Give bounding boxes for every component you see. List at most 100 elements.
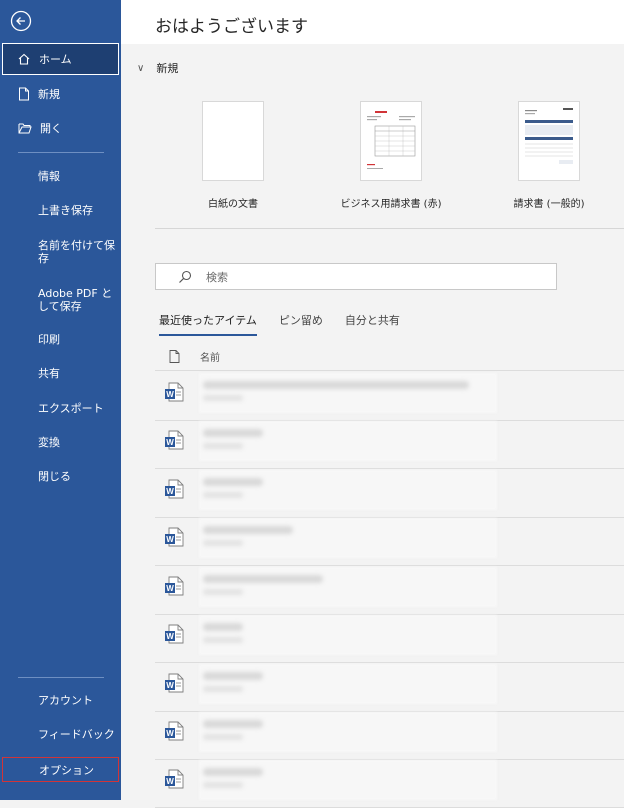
greeting-title: おはようございます [155,17,308,37]
template-general-invoice-thumbnail [518,101,580,181]
blurred-file-path [203,782,243,788]
blurred-file-name [203,478,263,486]
blurred-file-path [203,540,243,546]
svg-text:W: W [166,632,174,641]
template-business-invoice-label: ビジネス用請求書 (赤) [340,199,442,210]
blurred-region [199,421,497,461]
list-item[interactable]: W [155,518,624,558]
nav-save-as-pdf[interactable]: Adobe PDF として保存 [0,286,121,314]
blurred-region [199,470,497,510]
svg-text:W: W [166,438,174,447]
svg-text:W: W [166,584,174,593]
word-document-icon: W [163,526,185,552]
blurred-file-name [203,720,263,728]
word-document-icon: W [163,672,185,698]
new-section-toggle[interactable]: ∨ 新規 [137,60,178,76]
list-item[interactable]: W [155,760,624,800]
list-item[interactable]: W [155,373,624,413]
blurred-file-path [203,443,243,449]
blurred-region [199,664,497,704]
nav-close[interactable]: 閉じる [0,470,121,483]
list-item[interactable]: W [155,470,624,510]
template-general-invoice-label: 請求書 (一般的) [513,199,585,210]
word-document-icon: W [163,478,185,504]
nav-share[interactable]: 共有 [0,367,121,380]
blurred-region [199,615,497,655]
blurred-region [199,373,497,413]
blurred-file-name [203,526,293,534]
list-header: 名前 [169,349,220,364]
backstage-main: おはようございます ∨ 新規 白紙の文書 ビジネス用請求書 (赤) 請求書 (一… [121,0,624,808]
tab-pinned[interactable]: ピン留め [279,312,323,336]
word-document-icon: W [163,575,185,601]
list-item[interactable]: W [155,615,624,655]
file-tabs: 最近使ったアイテム ピン留め 自分と共有 [159,312,422,336]
nav-open-label: 開く [40,122,62,135]
blurred-file-name [203,429,263,437]
nav-info[interactable]: 情報 [0,170,121,183]
new-section-label: 新規 [156,62,179,75]
nav-new-label: 新規 [38,88,60,101]
blurred-file-path [203,492,243,498]
svg-text:W: W [166,681,174,690]
nav-home-label: ホーム [39,53,72,66]
list-item[interactable]: W [155,567,624,607]
blurred-file-name [203,381,469,389]
blurred-file-path [203,395,243,401]
word-document-icon: W [163,623,185,649]
nav-convert[interactable]: 変換 [0,436,121,449]
search-placeholder: 検索 [206,270,228,284]
blurred-file-name [203,575,323,583]
blurred-file-name [203,623,243,631]
nav-options[interactable]: オプション [2,757,119,782]
word-document-icon: W [163,720,185,746]
list-item[interactable]: W [155,421,624,461]
nav-save[interactable]: 上書き保存 [0,204,121,217]
nav-home[interactable]: ホーム [2,43,119,75]
template-blank-thumbnail [202,101,264,181]
chevron-down-icon: ∨ [137,62,145,74]
nav-save-as[interactable]: 名前を付けて保存 [0,238,121,266]
blurred-region [199,518,497,558]
nav-export[interactable]: エクスポート [0,402,121,415]
sidebar-divider [18,152,104,153]
list-divider [155,468,624,469]
blurred-file-name [203,768,263,776]
blurred-file-path [203,589,243,595]
backstage-sidebar: ホーム 新規 開く 情報 上書き保存 名前を付けて保存 Adobe PDF とし… [0,0,121,800]
blurred-file-name [203,672,263,680]
list-divider [155,565,624,566]
home-icon [18,53,30,65]
nav-account[interactable]: アカウント [0,694,121,707]
word-document-icon: W [163,768,185,794]
word-document-icon: W [163,381,185,407]
nav-feedback[interactable]: フィードバック [0,728,121,741]
new-document-icon [19,87,29,101]
list-item[interactable]: W [155,664,624,704]
template-general-invoice[interactable]: 請求書 (一般的) [484,101,614,210]
back-arrow-icon[interactable] [10,10,32,32]
tab-shared[interactable]: 自分と共有 [345,312,400,336]
list-divider [155,662,624,663]
template-business-invoice-thumbnail [360,101,422,181]
template-business-invoice[interactable]: ビジネス用請求書 (赤) [326,101,456,210]
svg-text:W: W [166,729,174,738]
svg-text:W: W [166,535,174,544]
tab-recent[interactable]: 最近使ったアイテム [159,312,257,336]
nav-print[interactable]: 印刷 [0,333,121,346]
nav-open[interactable]: 開く [0,112,121,144]
list-divider [155,370,624,371]
search-icon [179,270,192,283]
section-divider [155,228,624,229]
sidebar-divider-bottom [18,677,104,678]
blurred-region [199,712,497,752]
list-item[interactable]: W [155,712,624,752]
search-input[interactable]: 検索 [155,263,557,290]
template-blank[interactable]: 白紙の文書 [173,101,293,210]
folder-open-icon [18,123,32,134]
document-icon [169,350,180,363]
list-header-name[interactable]: 名前 [200,349,220,364]
svg-text:W: W [166,390,174,399]
svg-text:W: W [166,777,174,786]
nav-new[interactable]: 新規 [0,78,121,110]
